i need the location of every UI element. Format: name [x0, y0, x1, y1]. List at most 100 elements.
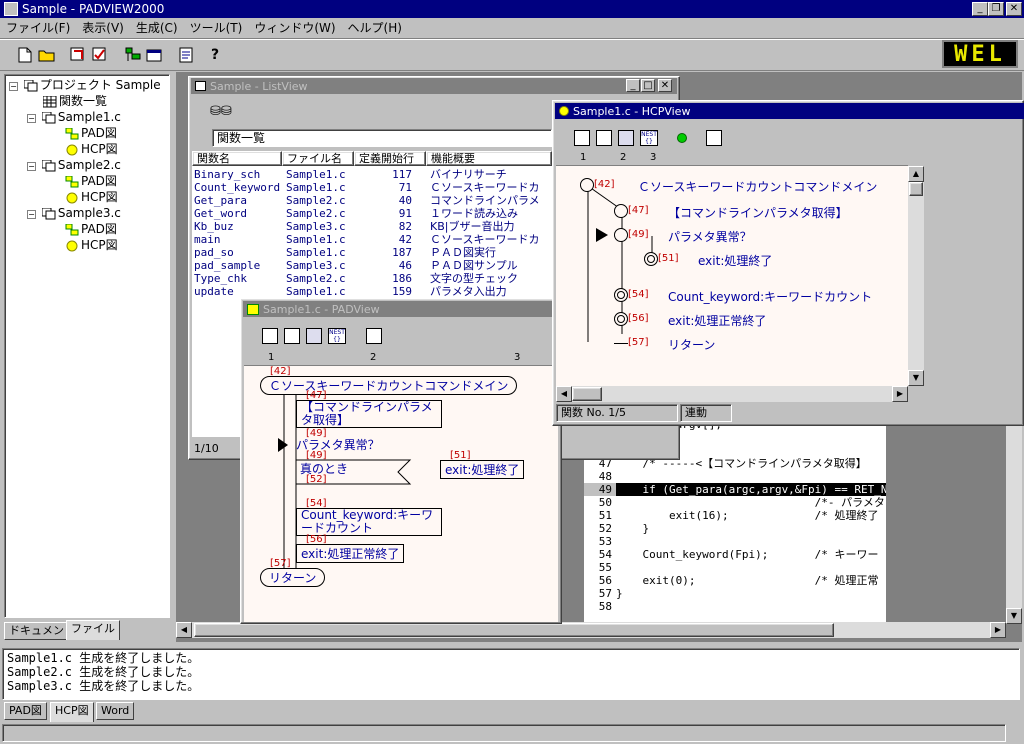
tree-root[interactable]: − プロジェクト Sample — [9, 77, 161, 93]
listview-close[interactable]: ✕ — [658, 79, 672, 92]
pad-node-54[interactable]: Count_keyword:キーワードカウント — [296, 508, 442, 536]
tree-item-sample2-pad[interactable]: PAD図 — [65, 173, 117, 189]
tree-item-sample1-hcp[interactable]: HCP図 — [65, 141, 118, 157]
scroll-right-arrow[interactable]: ▶ — [990, 622, 1006, 638]
code-line[interactable]: 58 — [584, 600, 886, 613]
nest-icon[interactable]: NEST{} — [640, 130, 658, 146]
code-line[interactable]: 48 — [584, 470, 886, 483]
col-header-name[interactable]: 関数名 — [192, 151, 282, 166]
table-row[interactable]: update Sample1.c 159 パラメタ入出力 — [192, 285, 552, 298]
tree-item-sample2-hcp[interactable]: HCP図 — [65, 189, 118, 205]
tree-item-sample3-pad[interactable]: PAD図 — [65, 221, 117, 237]
code-line[interactable]: 55 — [584, 561, 886, 574]
table-row[interactable]: Get_word Sample2.c 91 １ワード読み込み — [192, 207, 552, 220]
menu-window[interactable]: ウィンドウ(W) — [248, 18, 341, 38]
tab-word[interactable]: Word — [96, 702, 135, 720]
zoom-icon[interactable] — [618, 130, 634, 146]
menu-view[interactable]: 表示(V) — [76, 18, 130, 38]
code-line[interactable]: 57} — [584, 587, 886, 600]
run-green-icon[interactable] — [674, 130, 690, 146]
table-row[interactable]: Type_chk Sample2.c 186 文字の型チェック — [192, 272, 552, 285]
output-pane[interactable]: Sample1.c 生成を終了しました。 Sample2.c 生成を終了しました… — [2, 648, 1020, 700]
hcp-vscroll[interactable] — [908, 166, 924, 386]
hcp-vscroll-thumb[interactable] — [909, 182, 923, 196]
table-cell: KB|ブザー音出力 — [430, 220, 515, 233]
tree-item-sample3[interactable]: − Sample3.c — [27, 205, 121, 221]
project-tree[interactable]: − プロジェクト Sample 関数一覧 − Sample1.c PAD図 HC… — [4, 74, 170, 618]
list-view-icon[interactable] — [262, 328, 278, 344]
close-button[interactable]: ✕ — [1006, 2, 1022, 16]
col-header-file[interactable]: ファイル名 — [282, 151, 354, 166]
pad-node-56[interactable]: exit:処理正常終了 — [296, 544, 405, 563]
main-vscroll[interactable] — [1006, 418, 1022, 624]
code-line[interactable]: 50 /*- パラメタ — [584, 496, 886, 509]
code-line[interactable]: 53 — [584, 535, 886, 548]
listview-minimize[interactable]: _ — [626, 79, 640, 92]
hcp-hscroll-thumb[interactable] — [572, 387, 602, 401]
menu-generate[interactable]: 生成(C) — [130, 18, 184, 38]
help-icon[interactable]: ? — [204, 44, 226, 66]
new-file-icon[interactable] — [14, 44, 36, 66]
pad-canvas[interactable]: [42] Ｃソースキーワードカウントコマンドメイン [47] 【コマンドラインパ… — [244, 366, 558, 622]
table-row[interactable]: main Sample1.c 42 Ｃソースキーワードカ — [192, 233, 552, 246]
nest-icon[interactable]: NEST{} — [328, 328, 346, 344]
pad-node-47[interactable]: 【コマンドラインパラメタ取得】 — [296, 400, 442, 428]
scroll-down-arrow[interactable]: ▼ — [1006, 608, 1022, 624]
zoom-icon[interactable] — [306, 328, 322, 344]
scroll-left-arrow[interactable]: ◀ — [176, 622, 192, 638]
hscroll-thumb[interactable] — [194, 623, 834, 637]
pad-node-57[interactable]: リターン — [260, 568, 326, 587]
search-binoculars-icon[interactable]: ⛁⛁ — [210, 104, 232, 119]
detail-view-icon[interactable] — [284, 328, 300, 344]
hcp-scroll-down[interactable]: ▼ — [908, 370, 924, 386]
hcp-scroll-up[interactable]: ▲ — [908, 166, 924, 182]
generate-icon[interactable] — [68, 44, 90, 66]
properties-icon[interactable] — [706, 130, 722, 146]
table-row[interactable]: Count_keyword Sample1.c 71 Ｃソースキーワードカ — [192, 181, 552, 194]
table-cell: 46 — [398, 259, 412, 272]
col-header-line[interactable]: 定義開始行 — [354, 151, 426, 166]
list-view-icon[interactable] — [574, 130, 590, 146]
col-header-desc[interactable]: 機能概要 — [426, 151, 552, 166]
tree-item-sample1[interactable]: − Sample1.c — [27, 109, 121, 125]
pad-node-42[interactable]: Ｃソースキーワードカウントコマンドメイン — [260, 376, 518, 395]
table-cell: Get_word — [194, 207, 247, 220]
hcp-hscroll[interactable] — [556, 386, 908, 402]
hcp-scroll-right[interactable]: ▶ — [892, 386, 908, 402]
table-row[interactable]: Binary_sch Sample1.c 117 バイナリサーチ — [192, 168, 552, 181]
tab-hcp[interactable]: HCP図 — [50, 702, 94, 722]
detail-view-icon[interactable] — [596, 130, 612, 146]
window-icon[interactable] — [144, 44, 166, 66]
table-row[interactable]: Get_para Sample2.c 40 コマンドラインパラメ — [192, 194, 552, 207]
table-cell: pad_sample — [194, 259, 261, 272]
generate-all-icon[interactable] — [90, 44, 112, 66]
code-line[interactable]: 49 if (Get_para(argc,argv,&Fpi) == RET_N… — [584, 483, 886, 496]
tree-item-sample1-pad[interactable]: PAD図 — [65, 125, 117, 141]
code-line[interactable]: 52 } — [584, 522, 886, 535]
properties-icon[interactable] — [366, 328, 382, 344]
hcp-canvas[interactable]: [42] Ｃソースキーワードカウントコマンドメイン [47] 【コマンドラインパラメタ… — [556, 166, 908, 386]
table-row[interactable]: pad_sample Sample3.c 46 ＰＡＤ図サンプル — [192, 259, 552, 272]
code-line[interactable]: 56 exit(0); /* 処理正常 — [584, 574, 886, 587]
listview-maximize[interactable]: □ — [641, 79, 655, 92]
pad-node-51[interactable]: exit:処理終了 — [440, 460, 525, 479]
menu-help[interactable]: ヘルプ(H) — [342, 18, 408, 38]
open-folder-icon[interactable] — [36, 44, 58, 66]
tree-item-sample2[interactable]: − Sample2.c — [27, 157, 121, 173]
menu-tools[interactable]: ツール(T) — [184, 18, 249, 38]
menu-file[interactable]: ファイル(F) — [0, 18, 76, 38]
tree-item-sample3-hcp[interactable]: HCP図 — [65, 237, 118, 253]
tab-pad[interactable]: PAD図 — [4, 702, 47, 720]
minimize-button[interactable]: _ — [972, 2, 988, 16]
tree-item-function-list[interactable]: 関数一覧 — [42, 93, 107, 109]
table-row[interactable]: pad_so Sample1.c 187 ＰＡＤ図実行 — [192, 246, 552, 259]
listview-combo[interactable]: 関数一覧 — [212, 129, 552, 147]
code-line[interactable]: 54 Count_keyword(Fpi); /* キーワー — [584, 548, 886, 561]
hcp-scroll-left[interactable]: ◀ — [556, 386, 572, 402]
tab-file[interactable]: ファイル — [66, 620, 120, 640]
table-row[interactable]: Kb_buz Sample3.c 82 KB|ブザー音出力 — [192, 220, 552, 233]
pad-diagram-icon[interactable] — [122, 44, 144, 66]
maximize-button[interactable]: ❐ — [988, 2, 1004, 16]
code-line[interactable]: 51 exit(16); /* 処理終了 — [584, 509, 886, 522]
document-icon[interactable] — [176, 44, 198, 66]
